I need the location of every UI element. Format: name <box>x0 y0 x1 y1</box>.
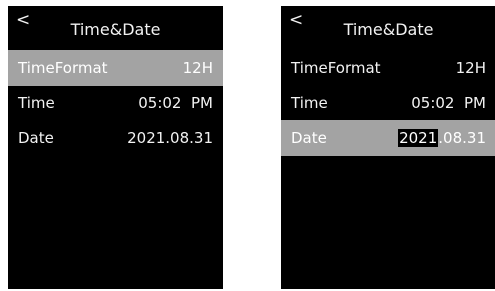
menu-item-timeformat[interactable]: TimeFormat 12H <box>8 50 223 86</box>
menu-item-value: 12H <box>182 59 213 77</box>
device-screen-right: < Time&Date TimeFormat 12H Time 05:02 PM… <box>281 6 495 289</box>
year-edit-field[interactable]: 2021 <box>398 129 439 147</box>
menu-item-label: Date <box>291 129 327 147</box>
device-screen-left: < Time&Date TimeFormat 12H Time 05:02 PM… <box>8 6 223 289</box>
page-title: Time&Date <box>343 20 434 39</box>
date-value-editor[interactable]: 2021.08.31 <box>398 120 486 156</box>
menu-item-label: Date <box>18 129 54 147</box>
date-value-rest: .08.31 <box>438 129 486 147</box>
menu-item-timeformat[interactable]: TimeFormat 12H <box>281 50 495 86</box>
menu-item-value: 2021.08.31 <box>127 129 213 147</box>
menu-item-value: 05:02 PM <box>411 94 486 112</box>
menu-item-label: Time <box>291 94 328 112</box>
menu-item-value: 05:02 PM <box>138 94 213 112</box>
menu-item-label: Time <box>18 94 55 112</box>
page-title: Time&Date <box>70 20 161 39</box>
menu-item-time[interactable]: Time 05:02 PM <box>8 85 223 121</box>
menu-item-label: TimeFormat <box>291 59 381 77</box>
menu-item-date[interactable]: Date 2021.08.31 <box>8 120 223 156</box>
menu-item-value: 12H <box>455 59 486 77</box>
menu-item-time[interactable]: Time 05:02 PM <box>281 85 495 121</box>
header: < Time&Date <box>281 6 495 50</box>
stage: < Time&Date TimeFormat 12H Time 05:02 PM… <box>0 0 495 291</box>
menu-item-date[interactable]: Date 2021.08.31 <box>281 120 495 156</box>
header: < Time&Date <box>8 6 223 50</box>
menu-item-label: TimeFormat <box>18 59 108 77</box>
